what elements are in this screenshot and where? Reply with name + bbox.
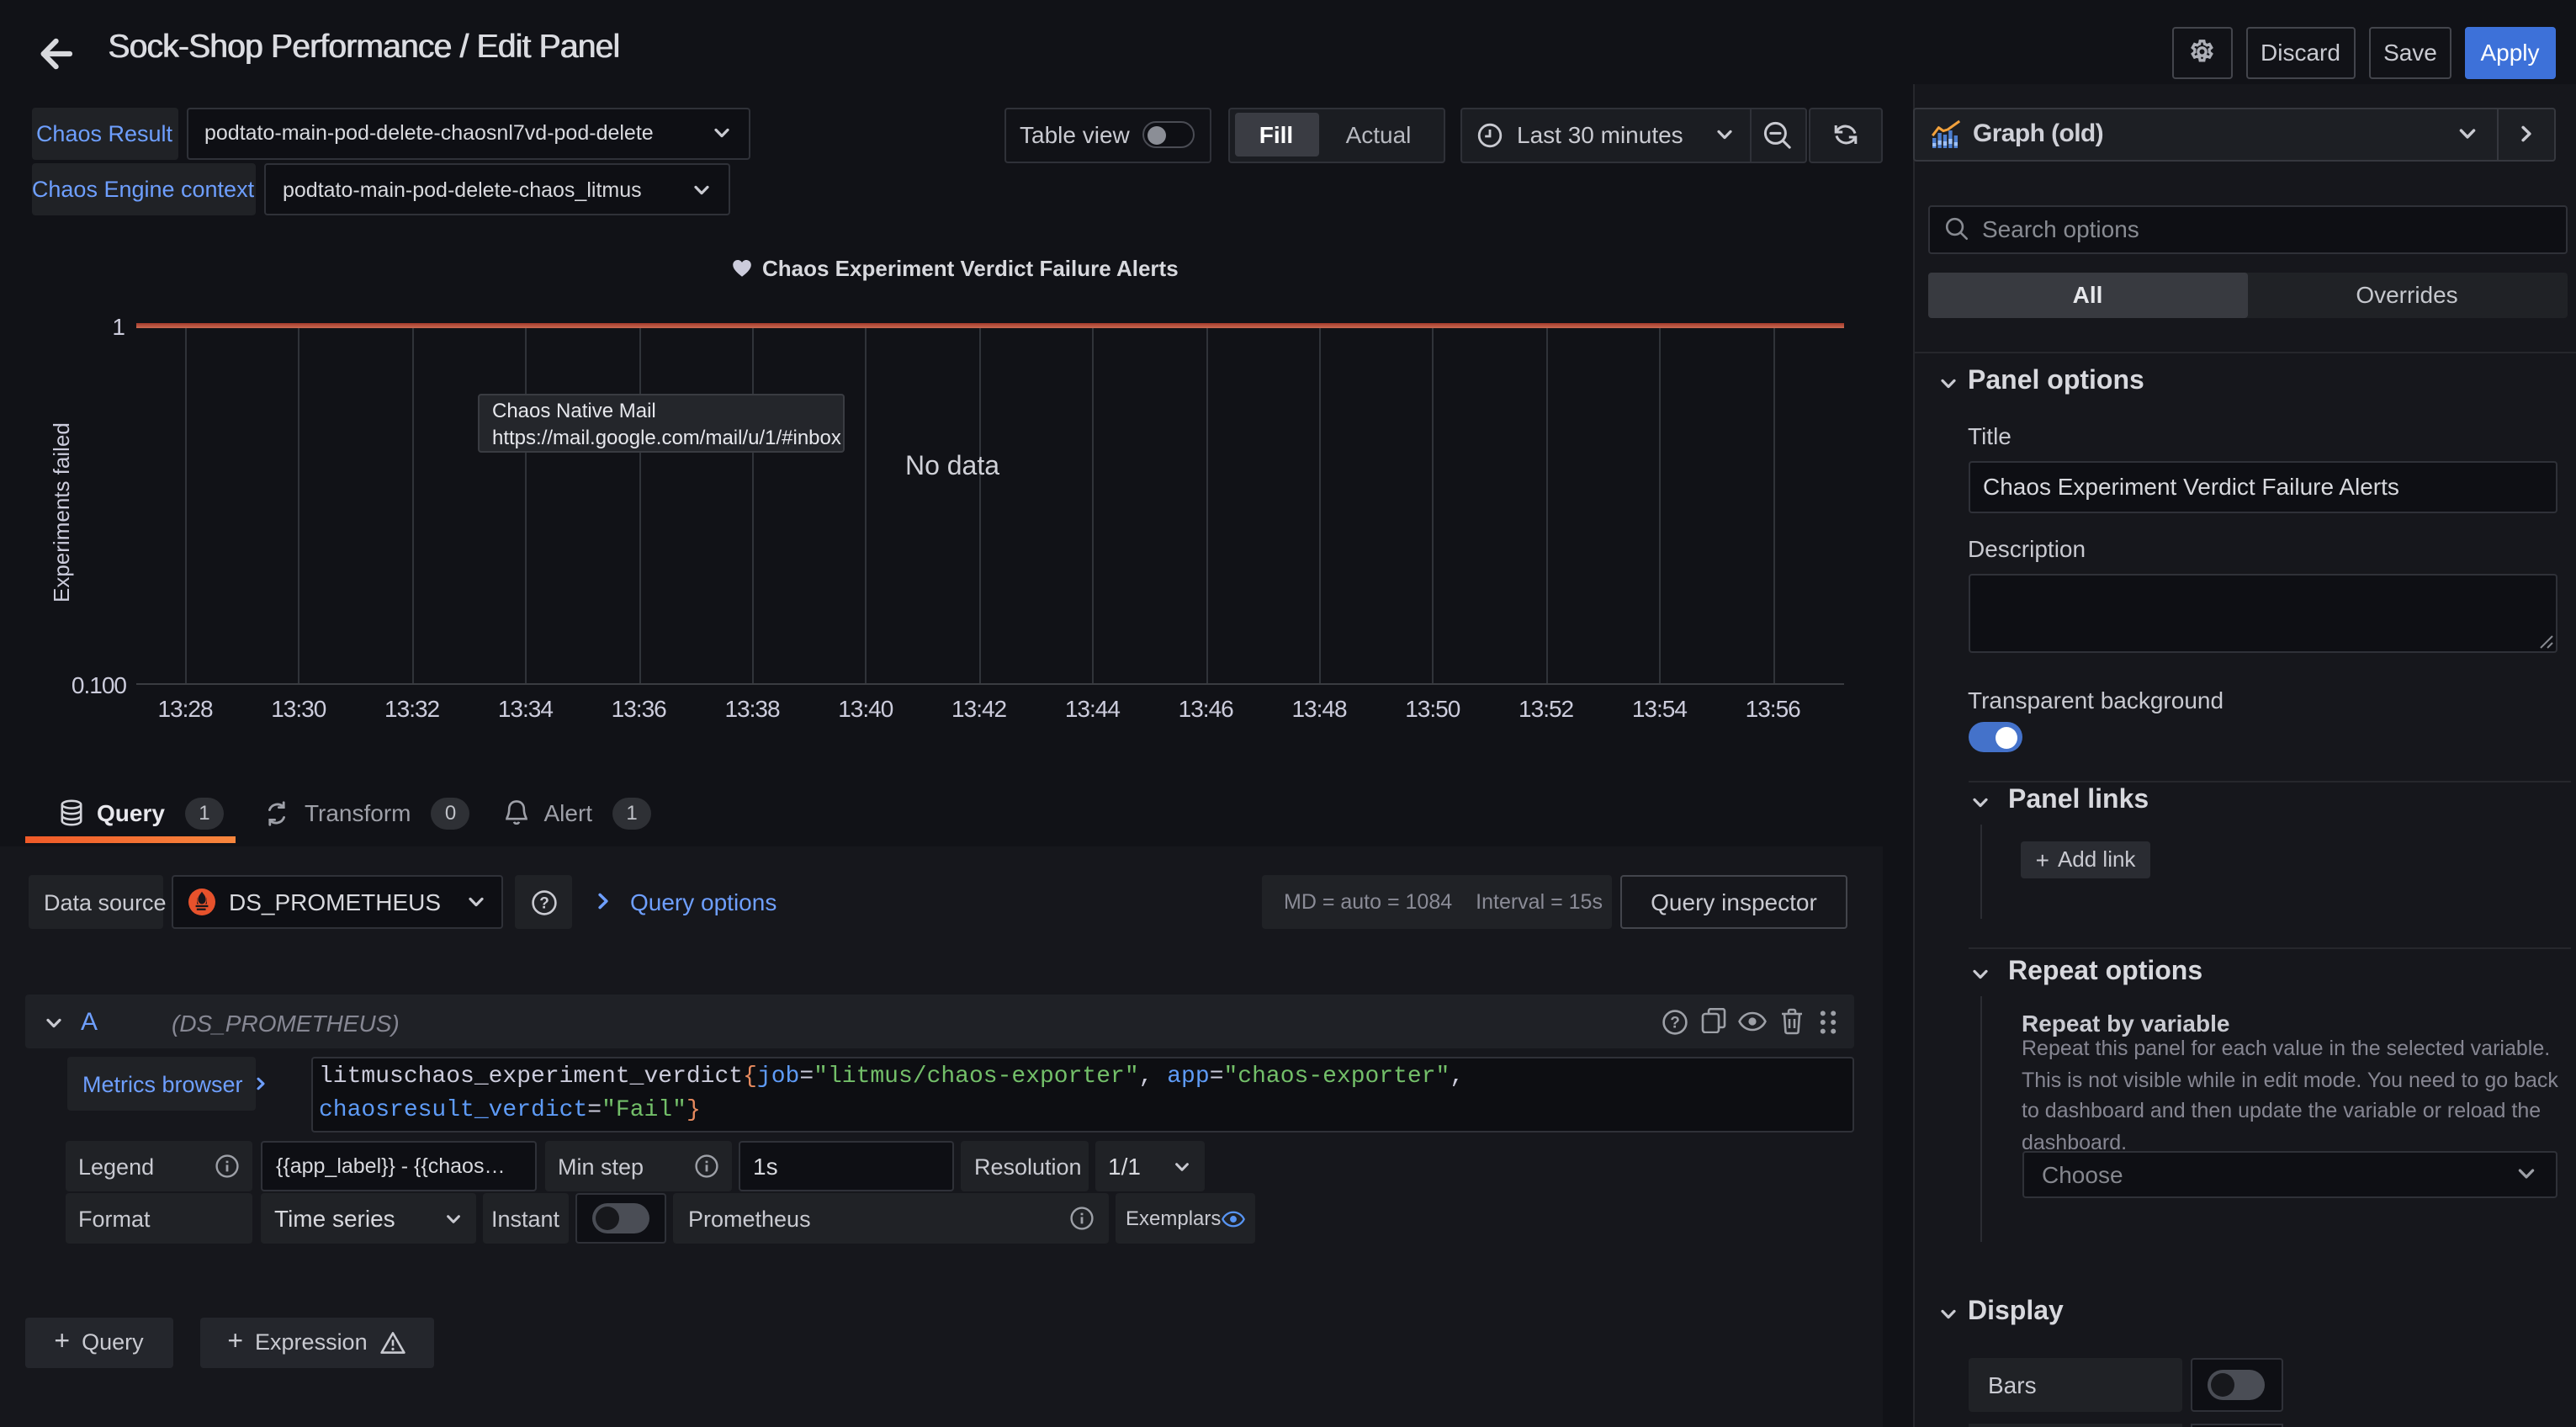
svg-text:?: ?	[538, 894, 549, 911]
svg-text:?: ?	[1670, 1013, 1680, 1031]
